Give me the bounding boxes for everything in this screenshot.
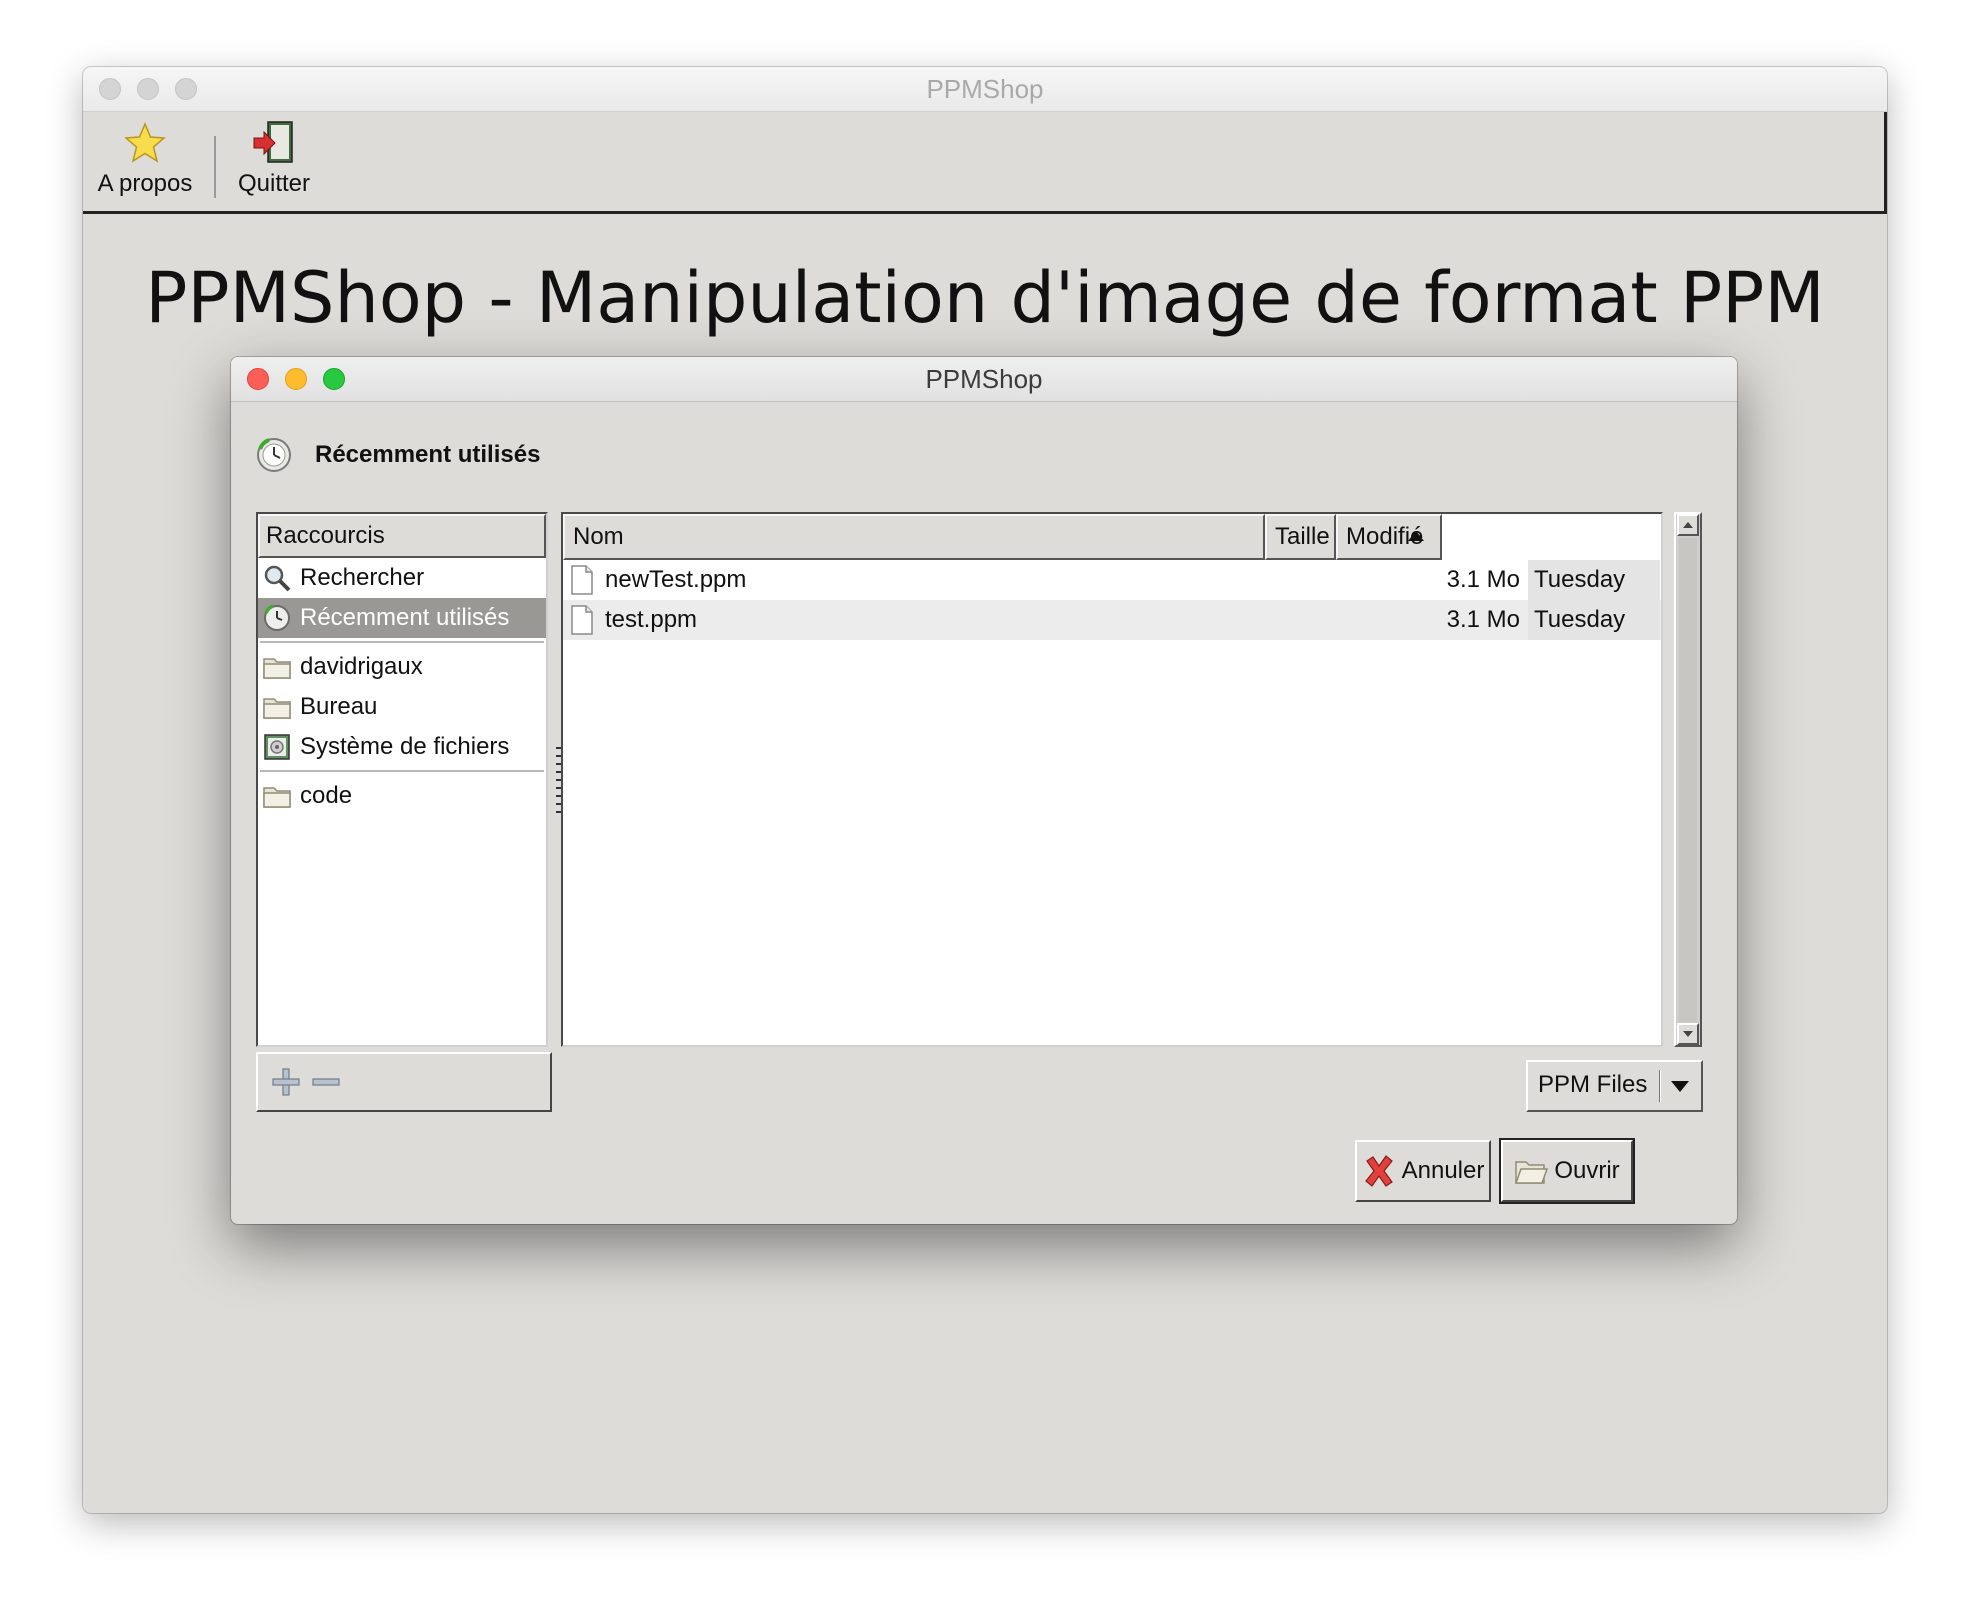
shortcuts-header[interactable]: Raccourcis: [258, 514, 546, 558]
scroll-up-button[interactable]: [1677, 514, 1699, 536]
add-bookmark-button[interactable]: [268, 1064, 304, 1100]
file-size: 3.1 Mo: [1446, 566, 1520, 593]
chevron-up-icon: [1683, 522, 1693, 528]
toolbar: A propos Quitter: [83, 112, 1887, 214]
drive-icon: [264, 734, 290, 760]
file-modified: Tuesday: [1528, 560, 1660, 600]
toolbar-separator: [214, 136, 216, 198]
shortcuts-pane: Raccourcis Rechercher Récemment utilisés: [256, 512, 548, 1047]
column-name[interactable]: Nom: [563, 514, 1265, 560]
scrollbar-trough[interactable]: [1679, 538, 1697, 1022]
shortcut-home[interactable]: davidrigaux: [258, 647, 546, 687]
shortcut-recent[interactable]: Récemment utilisés: [258, 598, 546, 638]
quit-label: Quitter: [237, 170, 311, 197]
file-icon: [571, 605, 593, 635]
main-titlebar: PPMShop: [83, 67, 1887, 112]
exit-door-icon: [253, 121, 293, 163]
shortcut-label: Bureau: [300, 693, 378, 720]
cancel-x-icon: [1364, 1155, 1393, 1187]
window-title: PPMShop: [926, 74, 1044, 104]
close-window-button[interactable]: [99, 78, 121, 100]
file-list: Nom Taille Modifié newTest.ppm 3.1 Mo Tu…: [561, 512, 1663, 1047]
file-list-header: Nom Taille Modifié: [563, 514, 1661, 560]
recent-clock-icon: [257, 438, 291, 472]
folder-icon: [263, 787, 291, 808]
open-button[interactable]: Ouvrir: [1501, 1140, 1633, 1202]
folder-icon: [263, 658, 291, 679]
about-button[interactable]: A propos: [95, 120, 195, 198]
file-size: 3.1 Mo: [1446, 606, 1520, 633]
dialog-zoom-button[interactable]: [323, 368, 345, 390]
minimize-window-button[interactable]: [137, 78, 159, 100]
dialog-minimize-button[interactable]: [285, 368, 307, 390]
filter-value: PPM Files: [1538, 1071, 1648, 1098]
file-icon: [571, 565, 593, 595]
open-label: Ouvrir: [1554, 1157, 1620, 1184]
search-icon: [264, 565, 291, 592]
shortcut-label: Système de fichiers: [300, 733, 510, 760]
main-window: PPMShop A propos Quitter PPMShop - Manip…: [83, 67, 1887, 1513]
shortcuts-divider: [260, 641, 544, 644]
file-row[interactable]: test.ppm 3.1 Mo Tuesday: [563, 600, 1661, 640]
shortcut-actions: [256, 1052, 552, 1112]
folder-icon: [263, 698, 291, 719]
recent-clock-icon: [264, 604, 290, 631]
shortcuts-divider: [260, 770, 544, 773]
file-type-filter[interactable]: PPM Files: [1526, 1060, 1703, 1112]
scroll-down-button[interactable]: [1677, 1023, 1699, 1045]
dialog-titlebar: PPMShop: [231, 357, 1737, 402]
filter-separator: [1659, 1070, 1661, 1102]
cancel-button[interactable]: Annuler: [1355, 1140, 1491, 1202]
column-modified[interactable]: Modifié: [1336, 514, 1442, 560]
shortcut-label: code: [300, 782, 353, 809]
file-modified: Tuesday: [1528, 600, 1660, 640]
shortcut-desktop[interactable]: Bureau: [258, 687, 546, 727]
sort-ascending-icon: [1408, 531, 1424, 541]
quit-button[interactable]: Quitter: [229, 120, 319, 198]
shortcut-label: Récemment utilisés: [300, 604, 510, 631]
file-row[interactable]: newTest.ppm 3.1 Mo Tuesday: [563, 560, 1661, 600]
file-name: test.ppm: [605, 606, 698, 633]
window-controls: [99, 78, 197, 100]
shortcut-label: davidrigaux: [300, 653, 423, 680]
chevron-down-icon: [1683, 1031, 1693, 1037]
column-size[interactable]: Taille: [1265, 514, 1336, 560]
dialog-close-button[interactable]: [247, 368, 269, 390]
star-icon: [124, 122, 166, 163]
file-open-dialog: PPMShop Récemment utilisés Raccourcis Re…: [231, 357, 1737, 1224]
dialog-window-controls: [247, 368, 345, 390]
shortcut-label: Rechercher: [300, 564, 425, 591]
chevron-down-icon: [1671, 1081, 1689, 1092]
file-name: newTest.ppm: [605, 566, 747, 593]
shortcut-bookmark-code[interactable]: code: [258, 776, 546, 816]
remove-bookmark-button[interactable]: [308, 1064, 344, 1100]
location-bar: Récemment utilisés: [255, 435, 540, 475]
file-name-cell: newTest.ppm: [563, 564, 1438, 596]
shortcut-filesystem[interactable]: Système de fichiers: [258, 727, 546, 767]
page-heading: PPMShop - Manipulation d'image de format…: [145, 257, 1825, 339]
zoom-window-button[interactable]: [175, 78, 197, 100]
about-label: A propos: [97, 170, 193, 197]
folder-open-icon: [1515, 1161, 1549, 1184]
file-list-scrollbar[interactable]: [1674, 512, 1702, 1047]
location-label: Récemment utilisés: [315, 441, 541, 468]
shortcut-search[interactable]: Rechercher: [258, 558, 546, 598]
file-name-cell: test.ppm: [563, 604, 1438, 636]
dialog-title: PPMShop: [925, 364, 1043, 394]
cancel-label: Annuler: [1401, 1157, 1485, 1184]
